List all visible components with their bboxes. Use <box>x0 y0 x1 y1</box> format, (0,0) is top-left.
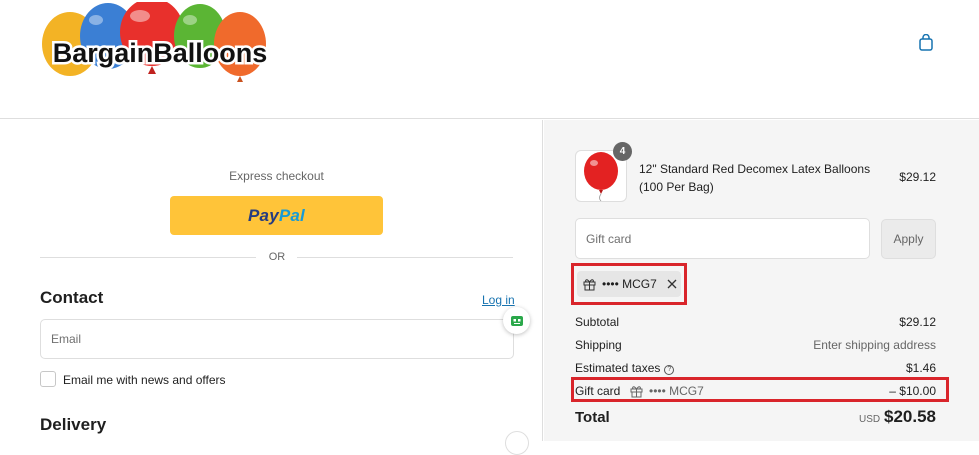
site-header: BargainBalloons <box>0 0 979 119</box>
quantity-badge: 4 <box>613 142 632 161</box>
currency-code: USD <box>859 414 881 425</box>
red-balloon-icon <box>584 152 618 201</box>
help-circle-icon[interactable]: ? <box>664 365 675 375</box>
cart-button[interactable] <box>914 30 938 54</box>
applied-gift-card-code: •••• MCG7 <box>602 277 657 291</box>
shipping-value: Enter shipping address <box>813 338 936 352</box>
subtotal-value: $29.12 <box>899 315 936 329</box>
divider-right <box>297 257 513 258</box>
express-checkout-label: Express checkout <box>229 169 324 183</box>
paypal-button[interactable]: Pay Pal <box>170 196 383 235</box>
remove-gift-card-button[interactable] <box>667 279 677 289</box>
applied-gift-card-chip: •••• MCG7 <box>577 271 681 297</box>
gift-card-label: Gift card <box>575 384 621 398</box>
delivery-heading: Delivery <box>40 415 107 434</box>
logo-text: BargainBalloons <box>53 38 268 68</box>
email-field[interactable] <box>40 319 514 359</box>
scroll-indicator[interactable] <box>505 431 529 455</box>
gift-card-line-code: •••• MCG7 <box>630 384 704 398</box>
or-divider-label: OR <box>268 251 286 263</box>
gift-card-input[interactable] <box>575 218 870 259</box>
gift-icon <box>630 385 643 397</box>
gift-card-discount-value: – $10.00 <box>889 384 936 398</box>
shopping-bag-icon <box>919 33 933 51</box>
estimated-taxes-value: $1.46 <box>905 361 936 375</box>
shipping-label: Shipping <box>575 338 622 352</box>
newsletter-checkbox[interactable] <box>40 371 56 387</box>
order-summary: 4 12" Standard Red Decomex Latex Balloon… <box>544 120 979 441</box>
close-icon <box>667 279 677 289</box>
divider-left <box>40 257 256 258</box>
robot-face-icon <box>510 315 523 326</box>
estimated-taxes-row: Estimated taxes? <box>575 361 675 375</box>
subtotal-label: Subtotal <box>575 315 620 329</box>
apply-button[interactable]: Apply <box>881 219 936 259</box>
paypal-logo-part1: Pay <box>248 205 279 225</box>
total-value: $20.58 <box>884 407 936 426</box>
gift-icon <box>583 278 596 290</box>
product-name: 12" Standard Red Decomex Latex Balloons … <box>639 162 871 194</box>
assistant-widget-button[interactable] <box>503 307 530 334</box>
estimated-taxes-label: Estimated taxes <box>575 361 661 375</box>
bargain-balloons-logo[interactable]: BargainBalloons <box>40 0 280 94</box>
gift-card-line-code-text: •••• MCG7 <box>649 384 704 398</box>
paypal-logo-part2: Pal <box>278 205 305 225</box>
newsletter-checkbox-label: Email me with news and offers <box>63 373 226 387</box>
login-link[interactable]: Log in <box>482 293 515 307</box>
total-label: Total <box>575 409 610 426</box>
checkout-form: Express checkout Pay Pal OR Contact Log i… <box>0 120 543 455</box>
contact-heading: Contact <box>40 288 104 307</box>
product-price: $29.12 <box>899 170 936 184</box>
